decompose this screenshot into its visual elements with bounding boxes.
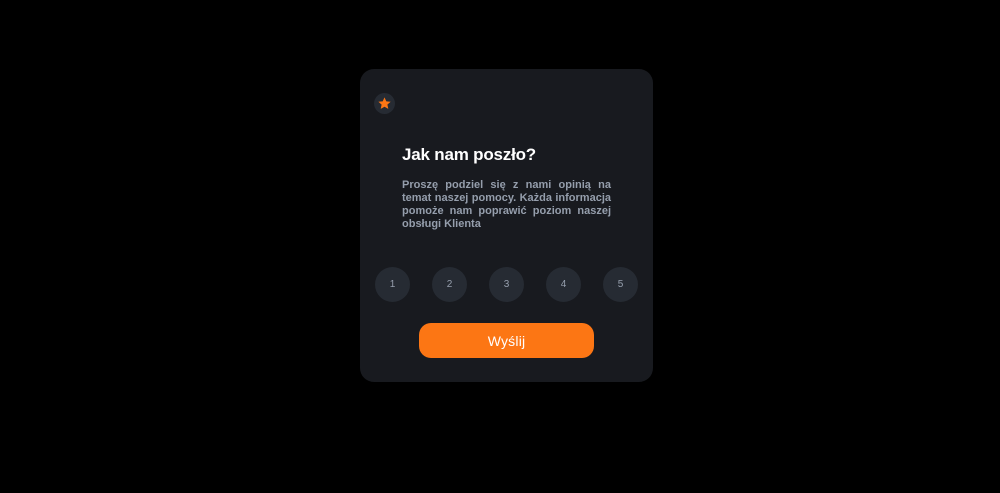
rating-card: Jak nam poszło? Proszę podziel się z nam… [360,69,653,382]
rating-button-1[interactable]: 1 [375,267,410,302]
rating-button-2[interactable]: 2 [432,267,467,302]
star-icon [378,97,391,109]
card-description: Proszę podziel się z nami opinią na tema… [402,179,611,230]
card-title: Jak nam poszło? [402,145,536,164]
submit-button[interactable]: Wyślij [419,323,594,358]
star-badge [374,93,395,114]
rating-button-5[interactable]: 5 [603,267,638,302]
rating-button-3[interactable]: 3 [489,267,524,302]
rating-button-4[interactable]: 4 [546,267,581,302]
rating-options: 1 2 3 4 5 [375,267,638,302]
